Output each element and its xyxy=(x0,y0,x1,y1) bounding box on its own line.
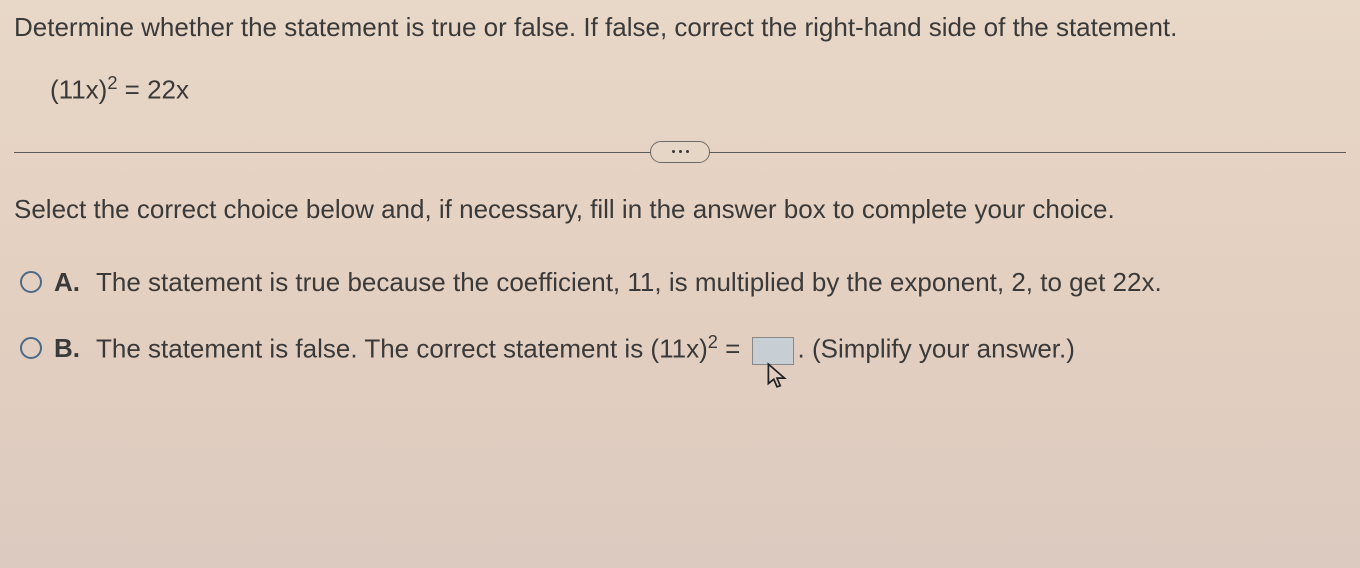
question-prompt: Determine whether the statement is true … xyxy=(14,10,1346,45)
statement-equation: (11x)2 = 22x xyxy=(50,73,1346,106)
radio-option-a[interactable] xyxy=(20,271,42,293)
choice-a-row: A. The statement is true because the coe… xyxy=(20,265,1346,300)
choice-b-mid: = xyxy=(718,334,748,364)
choice-b-post: . (Simplify your answer.) xyxy=(798,334,1075,364)
selection-instruction: Select the correct choice below and, if … xyxy=(14,194,1346,225)
equation-rhs: = 22x xyxy=(117,75,189,105)
choice-a-letter: A. xyxy=(54,267,84,298)
answer-input-box[interactable] xyxy=(752,337,794,365)
choice-b-text: The statement is false. The correct stat… xyxy=(96,330,1346,367)
section-divider xyxy=(14,138,1346,166)
choice-b-exponent: 2 xyxy=(708,332,718,352)
choice-b-row: B. The statement is false. The correct s… xyxy=(20,330,1346,367)
equation-exponent: 2 xyxy=(107,73,117,93)
choice-b-pre: The statement is false. The correct stat… xyxy=(96,334,708,364)
choice-a-text: The statement is true because the coeffi… xyxy=(96,265,1346,300)
more-button[interactable] xyxy=(650,141,710,163)
equation-base: (11x) xyxy=(50,75,107,105)
radio-option-b[interactable] xyxy=(20,337,42,359)
choice-b-letter: B. xyxy=(54,333,84,364)
